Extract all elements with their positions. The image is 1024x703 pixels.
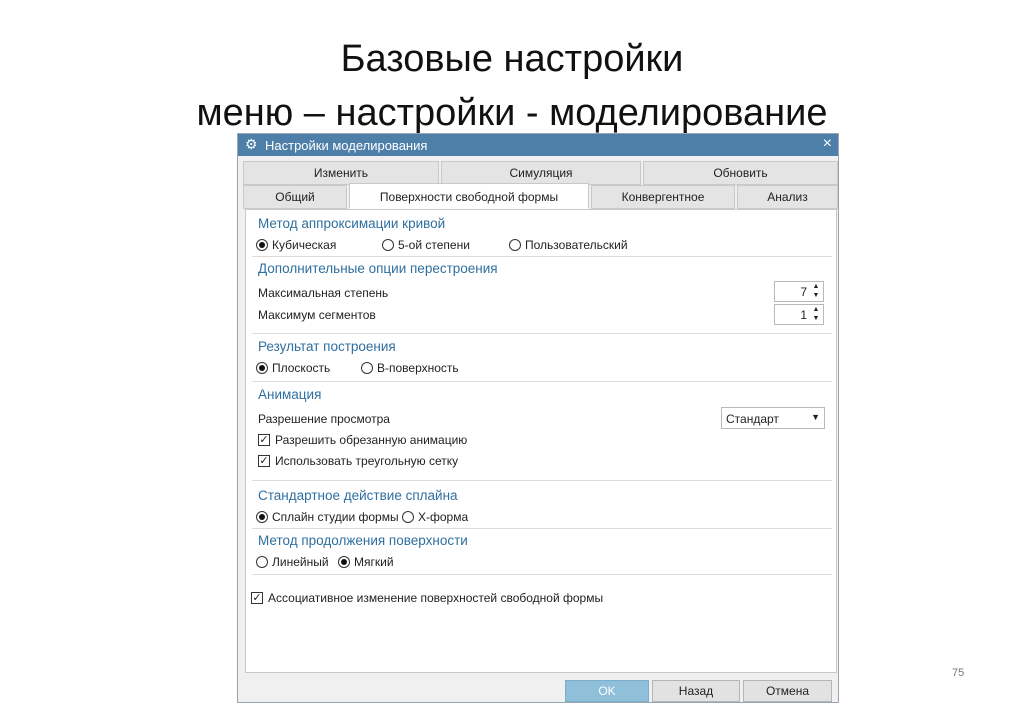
max-segments-stepper[interactable]: 1 ▲ ▼ <box>774 304 824 325</box>
radio-b-surface[interactable] <box>361 362 373 374</box>
max-degree-label: Максимальная степень <box>258 286 389 300</box>
spline-action-title: Стандартное действие сплайна <box>258 488 458 503</box>
rebuild-options-title: Дополнительные опции перестроения <box>258 261 498 276</box>
tab-analysis[interactable]: Анализ <box>737 185 838 209</box>
associative-edit-label[interactable]: Ассоциативное изменение поверхностей сво… <box>268 591 603 605</box>
radio-5th-degree[interactable] <box>382 239 394 251</box>
radio-x-form-label[interactable]: X-форма <box>418 510 468 524</box>
tab-general[interactable]: Общий <box>243 185 347 209</box>
use-triangle-mesh-checkbox[interactable]: ✓ <box>258 455 270 467</box>
radio-cubic[interactable] <box>256 239 268 251</box>
tab-update[interactable]: Обновить <box>643 161 838 185</box>
spin-arrows-icon[interactable]: ▲ ▼ <box>811 305 821 323</box>
tab-freeform-surfaces[interactable]: Поверхности свободной формы <box>349 183 589 209</box>
radio-studio-spline-label[interactable]: Сплайн студии формы <box>272 510 399 524</box>
radio-b-surface-label[interactable]: B-поверхность <box>377 361 459 375</box>
dialog-title: Настройки моделирования <box>265 138 428 153</box>
allow-trimmed-animation-label[interactable]: Разрешить обрезанную анимацию <box>275 433 467 447</box>
allow-trimmed-animation-checkbox[interactable]: ✓ <box>258 434 270 446</box>
preview-resolution-value: Стандарт <box>726 412 779 426</box>
separator <box>252 528 832 529</box>
radio-x-form[interactable] <box>402 511 414 523</box>
settings-panel: Метод аппроксимации кривой Кубическая 5-… <box>245 209 837 673</box>
modeling-settings-dialog: ⚙ Настройки моделирования × Изменить Сим… <box>237 133 839 703</box>
tab-convergent[interactable]: Конвергентное <box>591 185 735 209</box>
slide-title-line2: меню – настройки - моделирование <box>196 92 828 134</box>
tab-row-2: Общий Поверхности свободной формы Конвер… <box>243 183 838 209</box>
tab-row-1: Изменить Симуляция Обновить <box>243 161 838 185</box>
tab-simulation[interactable]: Симуляция <box>441 161 641 185</box>
back-button[interactable]: Назад <box>652 680 740 702</box>
approx-method-title: Метод аппроксимации кривой <box>258 216 446 231</box>
dialog-titlebar[interactable]: ⚙ Настройки моделирования × <box>238 134 838 156</box>
radio-linear[interactable] <box>256 556 268 568</box>
preview-resolution-label: Разрешение просмотра <box>258 412 390 426</box>
separator <box>252 333 832 334</box>
radio-linear-label[interactable]: Линейный <box>272 555 329 569</box>
chevron-down-icon: ▼ <box>811 412 820 422</box>
use-triangle-mesh-label[interactable]: Использовать треугольную сетку <box>275 454 458 468</box>
separator <box>252 480 832 481</box>
spin-arrows-icon[interactable]: ▲ ▼ <box>811 282 821 300</box>
ok-button[interactable]: OK <box>565 680 649 702</box>
animation-title: Анимация <box>258 387 322 402</box>
max-segments-label: Максимум сегментов <box>258 308 376 322</box>
slide-title-line1: Базовые настройки <box>340 38 684 80</box>
tab-edit[interactable]: Изменить <box>243 161 439 185</box>
close-icon[interactable]: × <box>823 135 832 153</box>
separator <box>252 381 832 382</box>
preview-resolution-select[interactable]: Стандарт ▼ <box>721 407 825 429</box>
associative-edit-checkbox[interactable]: ✓ <box>251 592 263 604</box>
build-result-title: Результат построения <box>258 339 396 354</box>
separator <box>252 256 832 257</box>
cancel-button[interactable]: Отмена <box>743 680 832 702</box>
radio-plane-label[interactable]: Плоскость <box>272 361 330 375</box>
page-number: 75 <box>952 667 965 679</box>
radio-plane[interactable] <box>256 362 268 374</box>
gear-icon: ⚙ <box>245 136 258 152</box>
max-degree-value: 7 <box>800 285 807 299</box>
radio-soft-label[interactable]: Мягкий <box>354 555 394 569</box>
radio-custom-label[interactable]: Пользовательский <box>525 238 628 252</box>
radio-5th-degree-label[interactable]: 5-ой степени <box>398 238 470 252</box>
radio-studio-spline[interactable] <box>256 511 268 523</box>
max-segments-value: 1 <box>800 308 807 322</box>
radio-cubic-label[interactable]: Кубическая <box>272 238 336 252</box>
surface-continuation-title: Метод продолжения поверхности <box>258 533 468 548</box>
radio-custom[interactable] <box>509 239 521 251</box>
max-degree-stepper[interactable]: 7 ▲ ▼ <box>774 281 824 302</box>
separator <box>252 574 832 575</box>
radio-soft[interactable] <box>338 556 350 568</box>
